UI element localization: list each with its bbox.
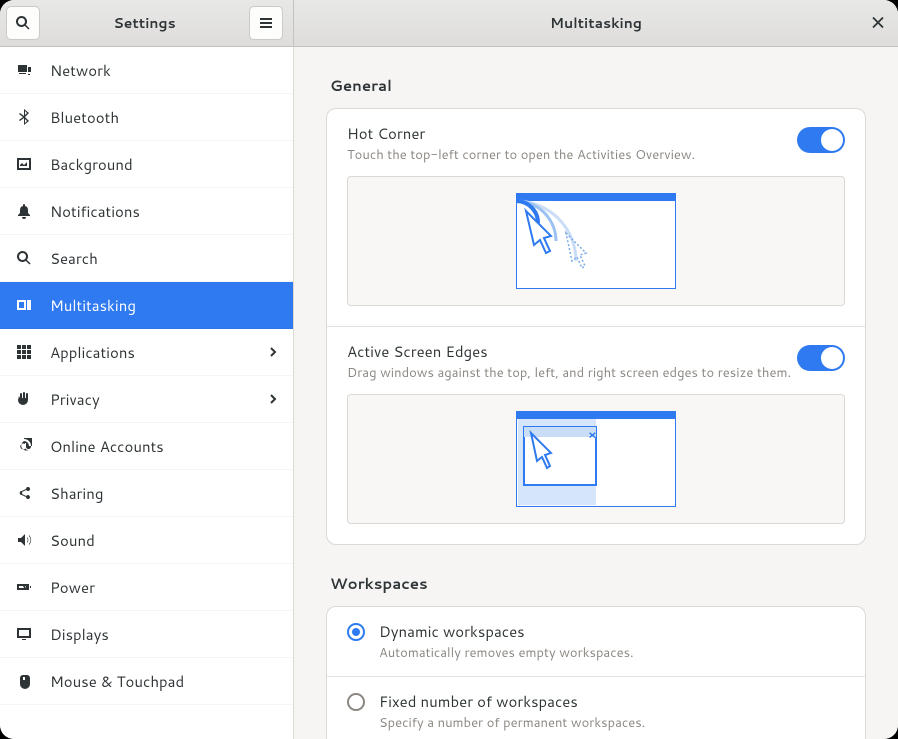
sidebar-item-search[interactable]: Search [0,235,293,282]
sidebar-item-label: Multitasking [50,295,136,316]
dynamic-workspaces-option[interactable]: Dynamic workspaces Automatically removes… [327,607,865,677]
sidebar-item-applications[interactable]: Applications [0,329,293,376]
content-pane[interactable]: General Hot Corner Touch the top-left co… [294,47,898,739]
mouse-icon [14,671,34,691]
share-icon [14,483,34,503]
hot-corner-toggle[interactable] [797,127,845,153]
workspaces-card: Dynamic workspaces Automatically removes… [326,606,866,739]
sidebar-item-label: Mouse & Touchpad [50,671,184,692]
sidebar-item-displays[interactable]: Displays [0,611,293,658]
sidebar-item-label: Sound [50,530,95,551]
section-general-label: General [294,47,898,108]
at-icon [14,436,34,456]
sidebar-item-notifications[interactable]: Notifications [0,188,293,235]
dynamic-workspaces-desc: Automatically removes empty workspaces. [379,644,845,662]
settings-window: Settings Multitasking Network Bluetooth [0,0,898,739]
active-edges-illustration: × [347,394,845,524]
active-edges-toggle[interactable] [797,345,845,371]
radio-button[interactable] [347,693,365,711]
fixed-workspaces-desc: Specify a number of permanent workspaces… [379,714,845,732]
sidebar-item-label: Applications [50,342,135,363]
chevron-right-icon [267,342,279,363]
multitasking-icon [14,295,34,315]
bell-icon [14,201,34,221]
battery-icon [14,577,34,597]
bluetooth-icon [14,107,34,127]
titlebar-left: Settings [0,0,294,46]
body: Network Bluetooth Background Notificatio… [0,47,898,739]
hot-corner-desc: Touch the top-left corner to open the Ac… [347,146,797,164]
sidebar-item-bluetooth[interactable]: Bluetooth [0,94,293,141]
search-icon [14,248,34,268]
network-icon [14,60,34,80]
titlebar: Settings Multitasking [0,0,898,47]
section-workspaces-label: Workspaces [294,545,898,606]
apps-icon [14,342,34,362]
hot-corner-title: Hot Corner [347,123,797,144]
fixed-workspaces-option[interactable]: Fixed number of workspaces Specify a num… [327,677,865,739]
background-icon [14,154,34,174]
active-edges-title: Active Screen Edges [347,341,797,362]
sidebar-item-online-accounts[interactable]: Online Accounts [0,423,293,470]
sidebar-item-label: Sharing [50,483,103,504]
sidebar-item-mouse-touchpad[interactable]: Mouse & Touchpad [0,658,293,705]
menu-button[interactable] [249,6,283,40]
sidebar-item-background[interactable]: Background [0,141,293,188]
sidebar-item-multitasking[interactable]: Multitasking [0,282,293,329]
sidebar-item-sound[interactable]: Sound [0,517,293,564]
svg-text:×: × [588,426,597,443]
content-title: Multitasking [294,13,898,33]
sidebar-item-sharing[interactable]: Sharing [0,470,293,517]
active-edges-desc: Drag windows against the top, left, and … [347,364,797,382]
sidebar-item-label: Network [50,60,111,81]
dynamic-workspaces-title: Dynamic workspaces [379,621,845,642]
sidebar-item-label: Privacy [50,389,100,410]
radio-button[interactable] [347,623,365,641]
sidebar-title: Settings [46,13,243,33]
sidebar-item-label: Power [50,577,95,598]
close-icon [872,17,884,29]
sidebar-item-network[interactable]: Network [0,47,293,94]
sidebar-item-label: Displays [50,624,109,645]
speaker-icon [14,530,34,550]
hamburger-icon [258,15,274,31]
hot-corner-illustration [347,176,845,306]
sidebar-item-label: Notifications [50,201,140,222]
display-icon [14,624,34,644]
search-icon [15,15,31,31]
hot-corner-row: Hot Corner Touch the top-left corner to … [327,109,865,327]
fixed-workspaces-title: Fixed number of workspaces [379,691,845,712]
close-button[interactable] [872,12,884,35]
active-edges-row: Active Screen Edges Drag windows against… [327,327,865,544]
titlebar-right: Multitasking [294,0,898,46]
chevron-right-icon [267,389,279,410]
general-card: Hot Corner Touch the top-left corner to … [326,108,866,545]
sidebar-item-privacy[interactable]: Privacy [0,376,293,423]
sidebar-item-label: Background [50,154,133,175]
sidebar-item-power[interactable]: Power [0,564,293,611]
sidebar-item-label: Search [50,248,98,269]
sidebar[interactable]: Network Bluetooth Background Notificatio… [0,47,294,739]
sidebar-item-label: Online Accounts [50,436,164,457]
sidebar-item-label: Bluetooth [50,107,119,128]
hand-icon [14,389,34,409]
search-button[interactable] [6,6,40,40]
